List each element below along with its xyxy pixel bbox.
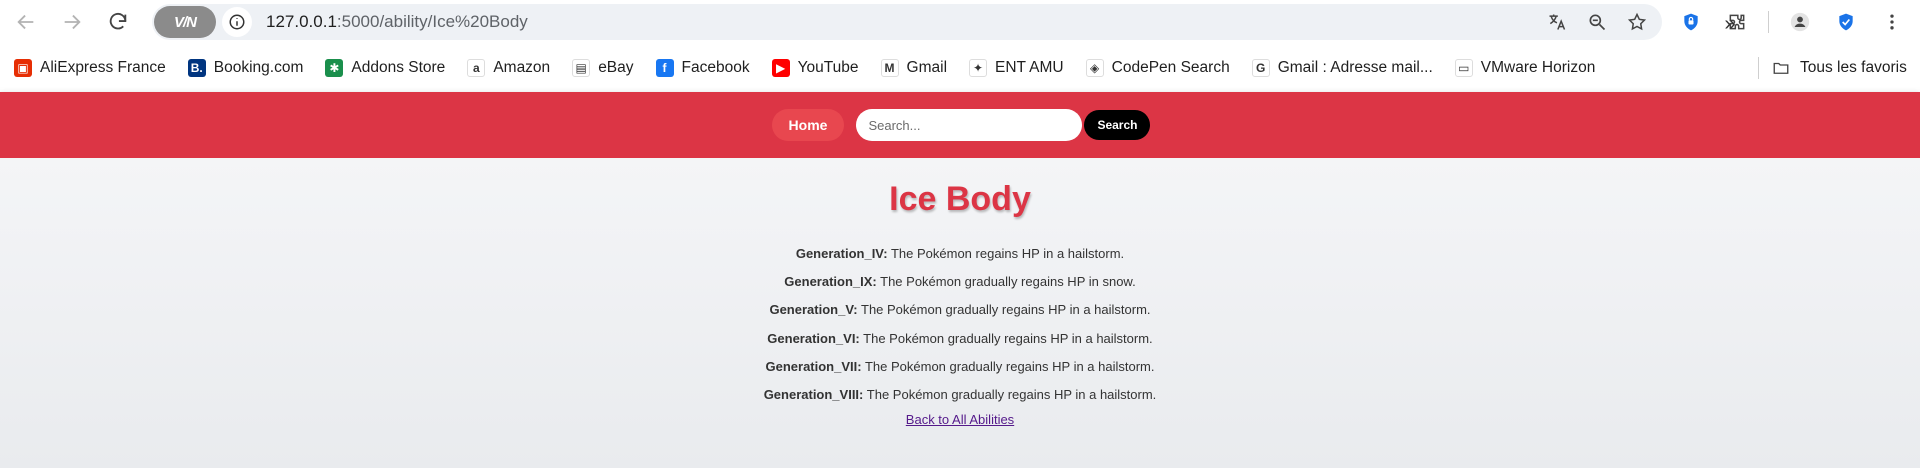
generation-entry: Generation_IX: The Pokémon gradually reg… [0,268,1920,296]
aliexpress-icon: ▣ [14,59,32,77]
bookmark-item[interactable]: ▭ VMware Horizon [1447,52,1604,84]
url-path: :5000/ability/Ice%20Body [336,12,528,31]
bookmark-item[interactable]: ▶ YouTube [764,52,867,84]
toolbar-divider [1768,11,1769,33]
bookmark-item[interactable]: B. Booking.com [180,52,312,84]
bookmark-item[interactable]: G Gmail : Adresse mail... [1244,52,1441,84]
generation-label: Generation_IX: [784,274,877,290]
all-bookmarks-button[interactable]: Tous les favoris [1772,52,1907,84]
generation-description: The Pokémon gradually regains HP in snow… [880,274,1136,290]
browser-toolbar: V/N 127.0.0.1:5000/ability/Ice%20Body [0,0,1920,44]
generation-entry: Generation_IV: The Pokémon regains HP in… [0,240,1920,268]
generation-label: Generation_VI: [767,330,860,346]
generation-entry: Generation_V: The Pokémon gradually rega… [0,296,1920,324]
search-input[interactable] [856,109,1083,141]
page-title: Ice Body [889,180,1031,218]
bookmark-star-icon[interactable] [1622,7,1652,37]
search-button[interactable]: Search [1084,110,1151,140]
gmail-icon: M [880,59,899,77]
site-info-icon[interactable] [222,7,252,37]
ability-content: Ice Body Generation_IV: The Pokémon rega… [0,158,1920,468]
bookmark-item[interactable]: a Amazon [459,52,558,84]
bookmark-item[interactable]: ✱ Addons Store [317,52,453,84]
bookmark-label: Amazon [493,59,551,76]
generation-description: The Pokémon regains HP in a hailstorm. [890,246,1125,261]
vpn-badge[interactable]: V/N [154,6,216,38]
codepen-icon: ◈ [1085,59,1104,77]
bookmark-label: VMware Horizon [1480,59,1596,76]
bookmark-label: Addons Store [351,59,446,76]
generation-label: Generation_V: [769,302,858,318]
generation-entry: Generation_VI: The Pokémon gradually reg… [0,325,1920,353]
address-bar[interactable]: V/N 127.0.0.1:5000/ability/Ice%20Body [152,4,1662,40]
menu-kebab-icon[interactable] [1877,7,1907,37]
generation-label: Generation_IV: [795,246,888,261]
zoom-icon[interactable] [1582,7,1612,37]
profile-icon[interactable] [1785,7,1815,37]
back-to-abilities-link[interactable]: Back to All Abilities [906,412,1014,427]
forward-icon[interactable] [52,2,92,42]
folder-icon [1773,62,1789,74]
bookmark-label: Facebook [681,59,750,76]
youtube-icon: ▶ [771,59,790,77]
back-icon[interactable] [6,2,46,42]
generation-entry: Generation_VII: The Pokémon gradually re… [0,353,1920,381]
generation-label: Generation_VIII: [763,386,864,402]
bookmark-label: ENT AMU [995,59,1064,76]
reload-icon[interactable] [98,2,138,42]
google-icon: G [1251,59,1270,77]
home-link[interactable]: Home [771,109,845,141]
generation-list: Generation_IV: The Pokémon regains HP in… [0,240,1920,409]
url-text[interactable]: 127.0.0.1:5000/ability/Ice%20Body [266,12,528,32]
generation-description: The Pokémon gradually regains HP in a ha… [866,386,1157,402]
bookmark-label: Gmail [906,59,948,76]
bookmark-label: CodePen Search [1111,59,1230,76]
bookmarks-bar: ▣ AliExpress France B. Booking.com ✱ Addons S… [0,44,1920,92]
bookmark-item[interactable]: ▣ AliExpress France [6,52,174,84]
ebay-icon: ▤ [572,59,591,77]
bookmark-item[interactable]: ✦ ENT AMU [961,52,1072,84]
more-bookmarks-chevron-icon[interactable]: » [1714,8,1746,40]
translate-icon[interactable] [1542,7,1572,37]
password-manager-icon[interactable] [1676,7,1706,37]
bookmark-label: Booking.com [213,59,304,76]
facebook-icon: f [655,59,674,77]
amazon-icon: a [467,59,486,77]
bookmark-label: YouTube [797,59,859,76]
generation-description: The Pokémon gradually regains HP in a ha… [864,358,1155,374]
url-host: 127.0.0.1 [266,12,337,31]
bookmark-item[interactable]: ▤ eBay [564,52,641,84]
bookmark-item[interactable]: f Facebook [648,52,758,84]
generation-description: The Pokémon gradually regains HP in a ha… [861,302,1151,318]
generation-label: Generation_VII: [765,358,862,374]
generation-entry: Generation_VIII: The Pokémon gradually r… [0,381,1920,409]
site-navbar: Home Search [0,92,1920,158]
addons-icon: ✱ [325,59,344,77]
vmware-horizon-icon: ▭ [1454,59,1473,77]
bitwarden-icon[interactable] [1831,7,1861,37]
bookmark-label: AliExpress France [40,59,166,76]
generation-description: The Pokémon gradually regains HP in a ha… [863,330,1153,346]
ent-amu-icon: ✦ [969,59,988,77]
all-bookmarks-label: Tous les favoris [1800,59,1907,76]
booking-icon: B. [187,59,206,77]
bookmark-label: eBay [598,59,634,76]
bookmark-item[interactable]: M Gmail [873,52,955,84]
bookmark-label: Gmail : Adresse mail... [1277,59,1433,76]
bookmarks-divider [1758,57,1759,79]
bookmark-item[interactable]: ◈ CodePen Search [1078,52,1238,84]
